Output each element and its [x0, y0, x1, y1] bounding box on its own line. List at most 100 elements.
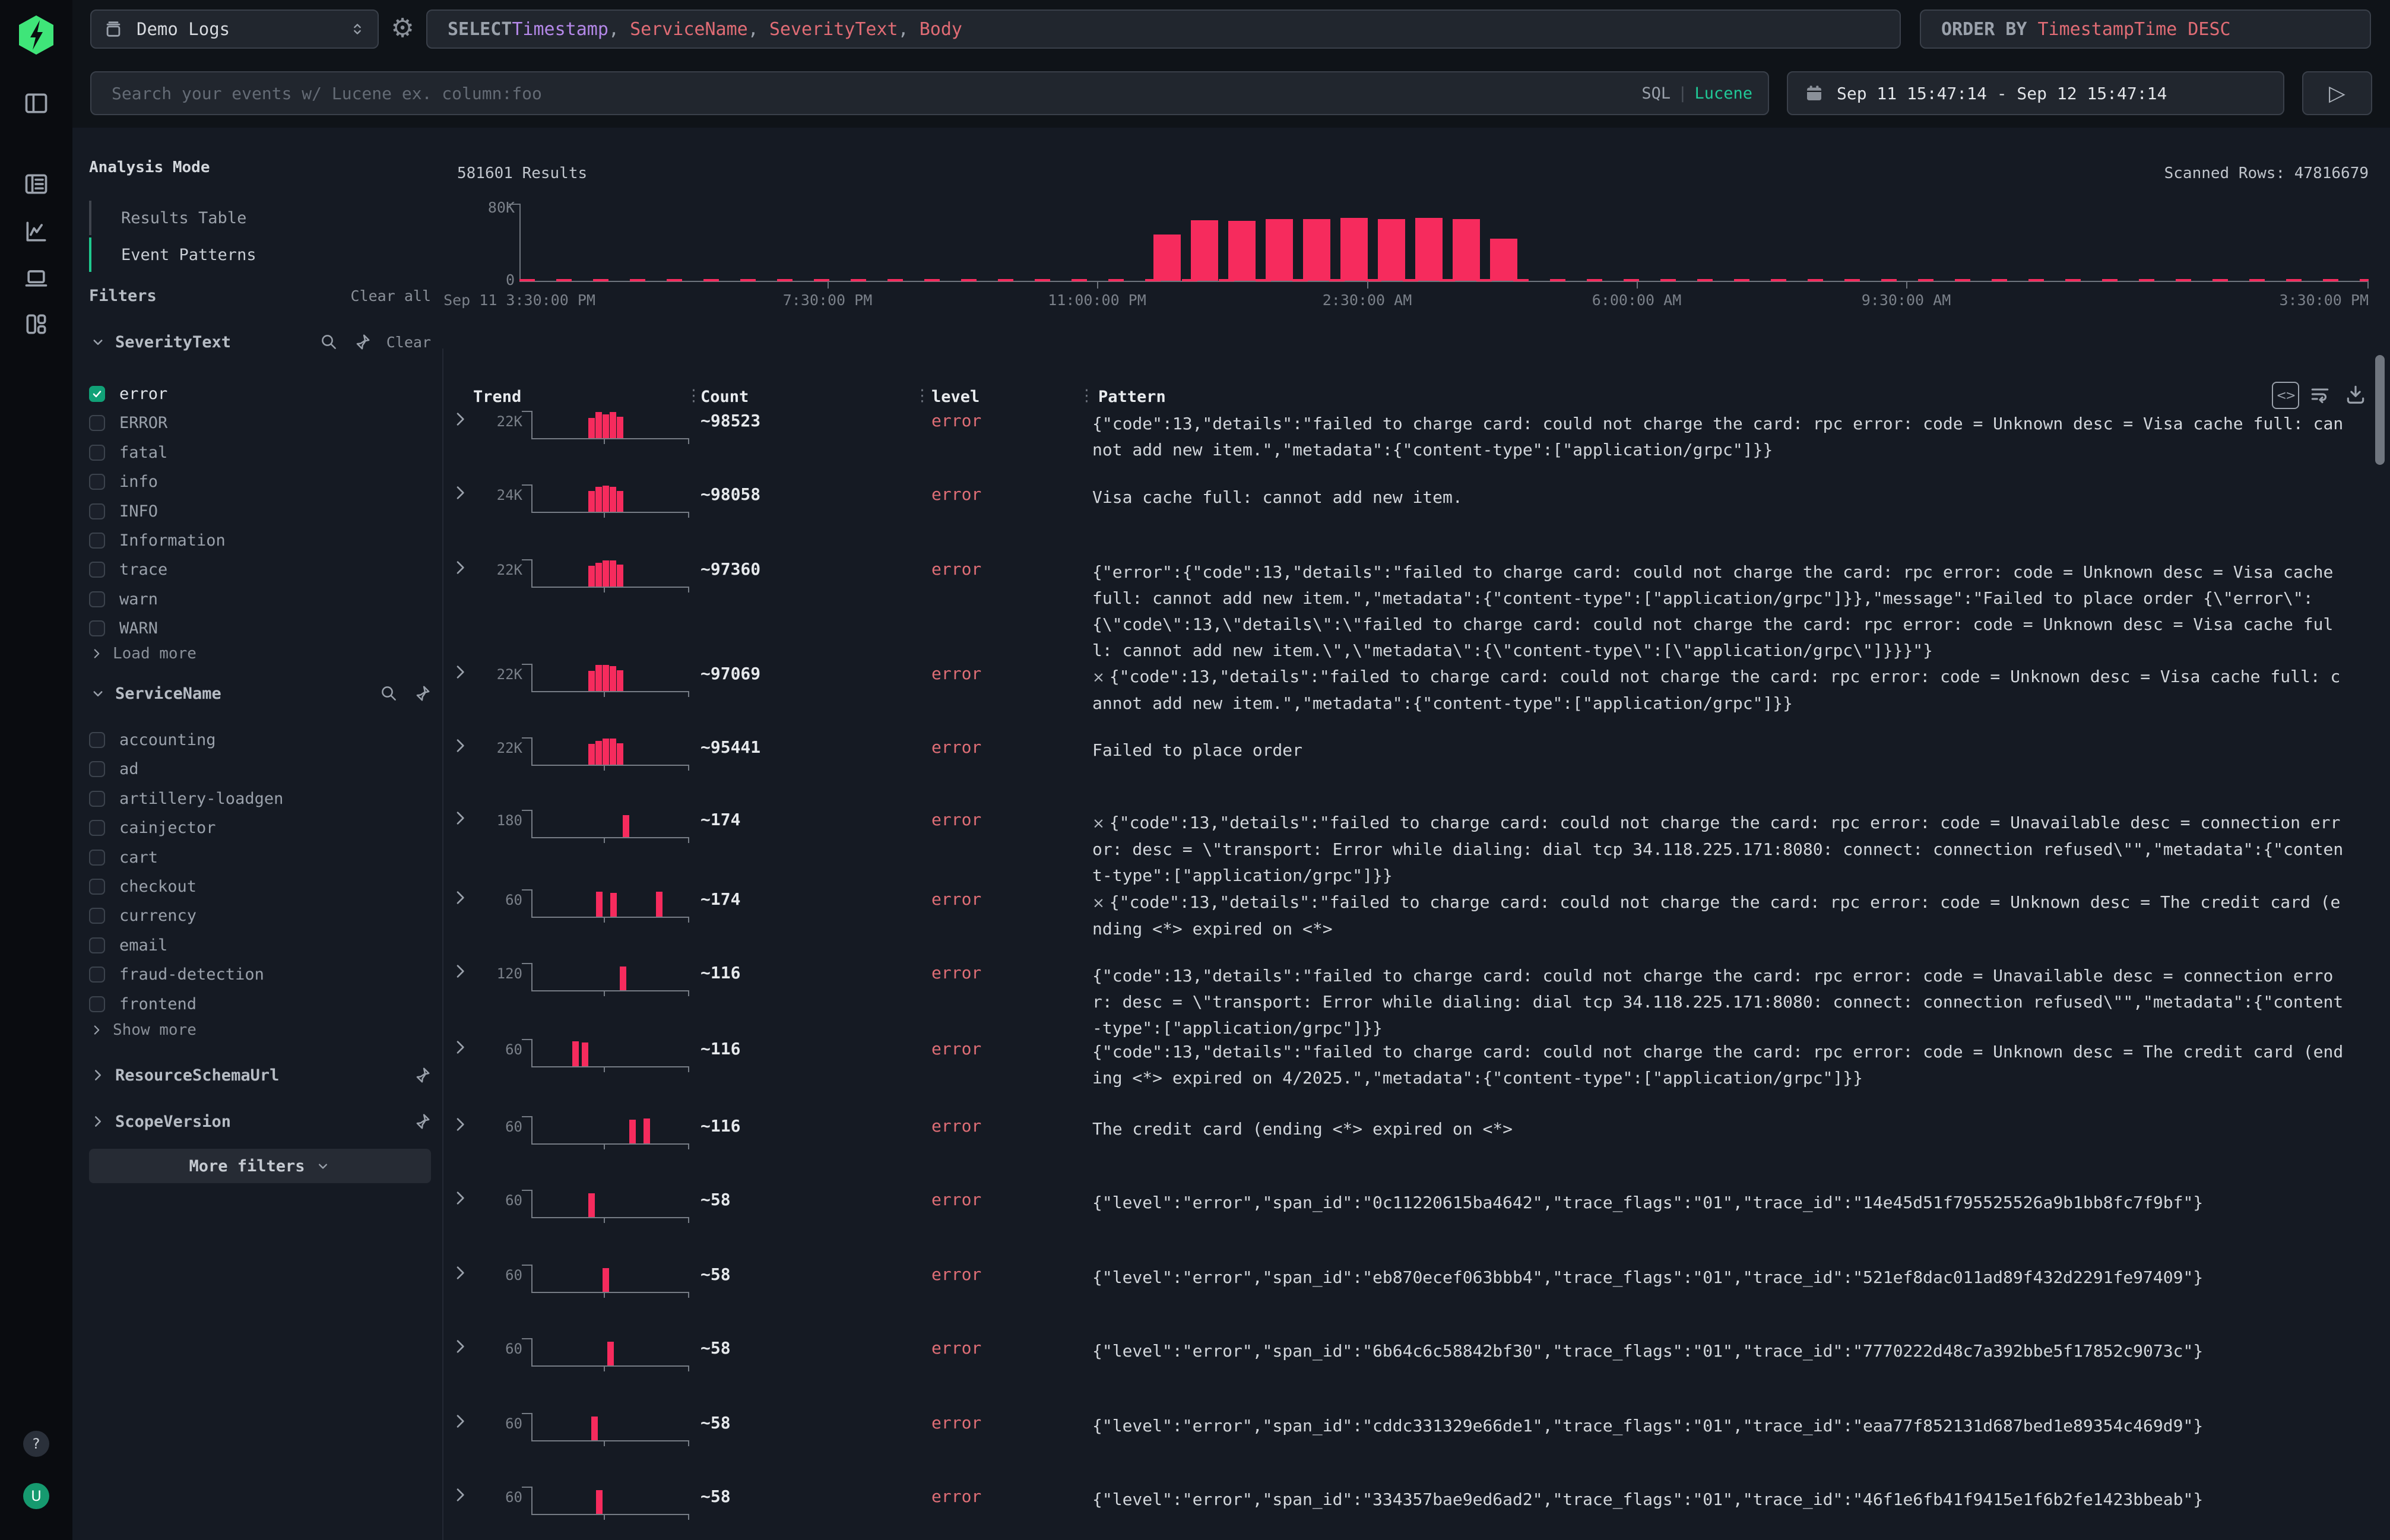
results-histogram[interactable]: 80K 0 Sep 11 3:30:00 PM7:30:00 PM11:00:0… — [442, 187, 2390, 318]
column-drag-handle-icon[interactable]: ⋮ — [914, 386, 930, 405]
sql-select-editor[interactable]: SELECT Timestamp, ServiceName, SeverityT… — [426, 9, 1901, 49]
row-pattern[interactable]: × {"code":13,"details":"failed to charge… — [1092, 889, 2345, 942]
filter-option-row[interactable]: artillery-loadgen — [89, 784, 421, 813]
user-avatar[interactable]: U — [23, 1483, 49, 1509]
filter-option-row[interactable]: error — [89, 379, 421, 408]
column-header-pattern[interactable]: Pattern — [1098, 388, 1166, 406]
clear-all-link[interactable]: Clear all — [351, 287, 431, 305]
more-filters-button[interactable]: More filters — [89, 1149, 431, 1183]
checkbox[interactable] — [89, 732, 105, 748]
filter-option-row[interactable]: fatal — [89, 438, 421, 467]
order-by-editor[interactable]: ORDER BY TimestampTime DESC — [1920, 9, 2371, 49]
filter-option-row[interactable]: email — [89, 931, 421, 960]
checkbox[interactable] — [89, 474, 105, 490]
filter-option-row[interactable]: Information — [89, 526, 421, 555]
filter-option-row[interactable]: info — [89, 467, 421, 496]
checkbox[interactable] — [89, 967, 105, 983]
row-pattern[interactable]: {"level":"error","span_id":"6b64c6c58842… — [1092, 1338, 2345, 1364]
service-pin-icon[interactable] — [413, 685, 431, 702]
checkbox[interactable] — [89, 879, 105, 895]
row-pattern[interactable]: {"code":13,"details":"failed to charge c… — [1092, 411, 2345, 463]
filter-option-row[interactable]: trace — [89, 555, 421, 584]
checkbox[interactable] — [89, 562, 105, 578]
mode-event-patterns[interactable]: Event Patterns — [89, 237, 421, 272]
column-drag-handle-icon[interactable]: ⋮ — [1079, 386, 1095, 405]
filter-option-row[interactable]: checkout — [89, 872, 421, 901]
filter-option-row[interactable]: ERROR — [89, 408, 421, 438]
checkbox[interactable] — [89, 908, 105, 924]
service-group-header[interactable]: ServiceName — [89, 683, 431, 704]
search-logs-icon[interactable] — [23, 171, 49, 197]
severity-pin-icon[interactable] — [353, 333, 371, 351]
histogram-bar[interactable] — [1415, 218, 1443, 281]
severity-group-header[interactable]: SeverityText Clear — [89, 332, 431, 352]
pin-icon[interactable] — [413, 1113, 431, 1130]
filter-option-row[interactable]: WARN — [89, 614, 421, 643]
checkbox[interactable] — [89, 937, 105, 953]
row-pattern[interactable]: {"level":"error","span_id":"eb870ecef063… — [1092, 1265, 2345, 1291]
app-logo-icon[interactable] — [15, 14, 57, 56]
wrap-text-icon[interactable] — [2307, 382, 2332, 407]
resource-schema-group[interactable]: ResourceSchemaUrl — [89, 1063, 431, 1087]
table-scrollbar[interactable] — [2375, 355, 2385, 465]
row-pattern[interactable]: The credit card (ending <*> expired on <… — [1092, 1116, 2345, 1142]
row-pattern[interactable]: {"code":13,"details":"failed to charge c… — [1092, 1039, 2345, 1091]
filter-option-row[interactable]: INFO — [89, 497, 421, 526]
severity-clear-link[interactable]: Clear — [386, 334, 431, 351]
checkbox[interactable] — [89, 761, 105, 777]
mode-sql[interactable]: SQL — [1641, 84, 1671, 103]
row-pattern[interactable]: {"level":"error","span_id":"334357bae9ed… — [1092, 1487, 2345, 1513]
histogram-bar[interactable] — [1266, 219, 1293, 281]
checkbox[interactable] — [89, 533, 105, 549]
checkbox[interactable] — [89, 415, 105, 431]
histogram-bar[interactable] — [1453, 219, 1480, 281]
mode-lucene[interactable]: Lucene — [1694, 84, 1752, 103]
service-search-icon[interactable] — [380, 685, 398, 702]
run-query-button[interactable]: ▷ — [2302, 71, 2372, 115]
row-pattern[interactable]: {"level":"error","span_id":"cddc331329e6… — [1092, 1413, 2345, 1439]
filter-option-row[interactable]: cart — [89, 843, 421, 872]
filter-option-row[interactable]: ad — [89, 755, 421, 784]
checkbox[interactable] — [89, 591, 105, 607]
filter-option-row[interactable]: cainjector — [89, 813, 421, 842]
source-settings-button[interactable]: ⚙ — [385, 7, 420, 49]
checkbox[interactable] — [89, 791, 105, 807]
download-icon[interactable] — [2343, 382, 2368, 407]
row-pattern[interactable]: {"level":"error","span_id":"0c11220615ba… — [1092, 1190, 2345, 1216]
filter-option-row[interactable]: accounting — [89, 725, 421, 755]
severity-search-icon[interactable] — [320, 333, 338, 351]
column-drag-handle-icon[interactable]: ⋮ — [686, 386, 702, 405]
scope-version-group[interactable]: ScopeVersion — [89, 1110, 431, 1133]
checkbox[interactable] — [89, 996, 105, 1012]
severity-load-more[interactable]: Load more — [89, 642, 196, 666]
histogram-bar[interactable] — [1303, 219, 1330, 281]
checkbox[interactable] — [89, 503, 105, 519]
histogram-bar[interactable] — [1153, 235, 1181, 281]
filter-option-row[interactable]: warn — [89, 585, 421, 614]
row-pattern[interactable]: {"code":13,"details":"failed to charge c… — [1092, 963, 2345, 1041]
sessions-icon[interactable] — [23, 265, 49, 291]
column-header-level[interactable]: level — [931, 388, 980, 406]
filter-option-row[interactable]: currency — [89, 901, 421, 930]
search-input[interactable] — [91, 84, 1641, 103]
chart-explorer-icon[interactable] — [23, 218, 49, 245]
mode-results-table[interactable]: Results Table — [89, 201, 421, 235]
histogram-bar[interactable] — [1378, 219, 1405, 281]
column-header-trend[interactable]: Trend — [473, 388, 521, 406]
row-pattern[interactable]: × {"code":13,"details":"failed to charge… — [1092, 664, 2345, 717]
row-pattern[interactable]: {"error":{"code":13,"details":"failed to… — [1092, 559, 2345, 664]
filter-option-row[interactable]: frontend — [89, 990, 421, 1019]
checkbox[interactable] — [89, 620, 105, 636]
row-pattern[interactable]: Failed to place order — [1092, 737, 2345, 763]
view-code-icon[interactable]: <> — [2272, 382, 2299, 409]
checkbox[interactable] — [89, 445, 105, 461]
histogram-bar[interactable] — [1191, 220, 1218, 281]
histogram-bar[interactable] — [1340, 218, 1368, 281]
row-pattern[interactable]: × {"code":13,"details":"failed to charge… — [1092, 810, 2345, 889]
service-show-more[interactable]: Show more — [89, 1018, 196, 1042]
row-pattern[interactable]: Visa cache full: cannot add new item. — [1092, 484, 2345, 511]
pin-icon[interactable] — [413, 1066, 431, 1084]
help-button[interactable]: ? — [23, 1431, 49, 1457]
source-select[interactable]: Demo Logs — [90, 9, 379, 49]
filter-option-row[interactable]: fraud-detection — [89, 960, 421, 989]
